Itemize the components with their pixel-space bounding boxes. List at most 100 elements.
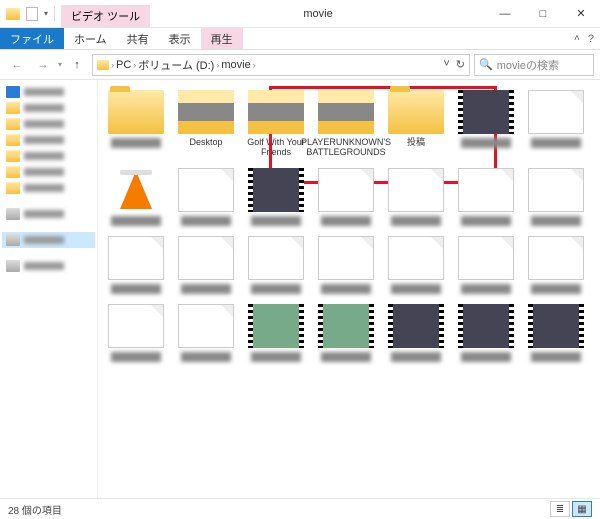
search-input[interactable]: 🔍 movieの検索 xyxy=(474,54,594,76)
vlc-icon xyxy=(108,168,164,212)
video-item[interactable] xyxy=(242,302,310,364)
file-item[interactable] xyxy=(382,166,450,228)
address-dropdown-icon[interactable]: ˅ xyxy=(443,58,449,71)
tab-share[interactable]: 共有 xyxy=(117,28,159,49)
document-icon xyxy=(528,168,584,212)
contextual-tab-header: ビデオ ツール xyxy=(61,5,150,27)
ribbon-expand-icon[interactable]: ˄ xyxy=(574,33,580,44)
view-details-button[interactable]: ≣ xyxy=(550,501,570,517)
document-icon xyxy=(108,304,164,348)
folder-item[interactable] xyxy=(102,88,170,160)
forward-button[interactable]: → xyxy=(32,54,54,76)
tree-item[interactable] xyxy=(2,258,95,274)
qat-properties-icon[interactable] xyxy=(26,7,38,21)
folder-item[interactable]: 投稿 xyxy=(382,88,450,160)
file-item[interactable] xyxy=(452,166,520,228)
tree-item[interactable] xyxy=(2,132,95,148)
file-item[interactable] xyxy=(102,302,170,364)
breadcrumb-pc[interactable]: PC xyxy=(116,59,131,71)
chevron-right-icon[interactable]: › xyxy=(133,60,136,70)
item-label: PLAYERUNKNOWN'S BATTLEGROUNDS xyxy=(301,138,391,158)
breadcrumb-volume[interactable]: ボリューム (D:) xyxy=(138,57,214,73)
tree-item[interactable] xyxy=(2,206,95,222)
file-item[interactable] xyxy=(172,302,240,364)
video-item[interactable] xyxy=(242,166,310,228)
item-label xyxy=(111,284,161,294)
breadcrumb-movie[interactable]: movie xyxy=(221,59,250,71)
tab-playback[interactable]: 再生 xyxy=(201,28,243,49)
file-item[interactable] xyxy=(172,166,240,228)
document-icon xyxy=(178,236,234,280)
back-button[interactable]: ← xyxy=(6,54,28,76)
chevron-right-icon[interactable]: › xyxy=(253,60,256,70)
refresh-icon[interactable]: ↻ xyxy=(456,58,465,71)
window-title: movie xyxy=(150,8,486,20)
folder-icon xyxy=(248,90,304,134)
address-folder-icon xyxy=(97,60,109,70)
drive-icon xyxy=(6,208,20,220)
search-placeholder: movieの検索 xyxy=(497,57,559,73)
status-bar: 28 個の項目 ≣ ▦ xyxy=(0,498,600,519)
video-thumb-icon xyxy=(458,304,514,348)
chevron-right-icon[interactable]: › xyxy=(111,60,114,70)
item-label xyxy=(391,352,441,362)
up-button[interactable]: ↑ xyxy=(66,54,88,76)
titlebar: ▾ ビデオ ツール movie — □ ✕ xyxy=(0,0,600,28)
folder-item[interactable]: Golf With Your Friends xyxy=(242,88,310,160)
address-bar[interactable]: › PC › ボリューム (D:) › movie › ˅ ↻ xyxy=(92,54,470,76)
close-button[interactable]: ✕ xyxy=(562,0,600,28)
file-item[interactable] xyxy=(312,166,380,228)
file-item[interactable] xyxy=(172,234,240,296)
maximize-button[interactable]: □ xyxy=(524,0,562,28)
item-label xyxy=(531,138,581,148)
tab-file[interactable]: ファイル xyxy=(0,28,64,49)
document-icon xyxy=(528,90,584,134)
document-icon xyxy=(388,168,444,212)
file-item[interactable] xyxy=(242,234,310,296)
chevron-right-icon[interactable]: › xyxy=(216,60,219,70)
video-item[interactable] xyxy=(522,302,590,364)
tree-item[interactable] xyxy=(2,164,95,180)
item-label xyxy=(461,138,511,148)
tree-item[interactable] xyxy=(2,116,95,132)
item-label xyxy=(461,216,511,226)
folder-icon xyxy=(318,90,374,134)
folder-item[interactable]: Desktop xyxy=(172,88,240,160)
tab-home[interactable]: ホーム xyxy=(64,28,117,49)
tree-item[interactable] xyxy=(2,100,95,116)
history-dropdown-icon[interactable]: ▾ xyxy=(58,60,62,69)
help-icon[interactable]: ? xyxy=(588,33,594,45)
document-icon xyxy=(528,236,584,280)
document-icon xyxy=(178,168,234,212)
tree-quick-access[interactable] xyxy=(2,84,95,100)
view-icons-button[interactable]: ▦ xyxy=(572,501,592,517)
video-item[interactable] xyxy=(452,302,520,364)
file-item[interactable] xyxy=(522,234,590,296)
minimize-button[interactable]: — xyxy=(486,0,524,28)
file-item[interactable] xyxy=(452,234,520,296)
qat-dropdown-icon[interactable]: ▾ xyxy=(44,9,48,18)
file-grid[interactable]: DesktopGolf With Your FriendsPLAYERUNKNO… xyxy=(98,80,600,498)
document-icon xyxy=(178,304,234,348)
tree-item[interactable] xyxy=(2,148,95,164)
folder-item[interactable]: PLAYERUNKNOWN'S BATTLEGROUNDS xyxy=(312,88,380,160)
navbar: ← → ▾ ↑ › PC › ボリューム (D:) › movie › ˅ ↻ … xyxy=(0,50,600,80)
file-item[interactable] xyxy=(102,234,170,296)
file-item[interactable] xyxy=(522,88,590,160)
ribbon: ファイル ホーム 共有 表示 再生 ˄ ? xyxy=(0,28,600,50)
tab-view[interactable]: 表示 xyxy=(159,28,201,49)
file-item[interactable] xyxy=(312,234,380,296)
search-icon: 🔍 xyxy=(479,58,493,71)
folder-icon xyxy=(6,166,20,178)
file-item[interactable] xyxy=(522,166,590,228)
video-item[interactable] xyxy=(312,302,380,364)
tree-item-selected[interactable] xyxy=(2,232,95,248)
item-label xyxy=(461,352,511,362)
app-item[interactable] xyxy=(102,166,170,228)
video-item[interactable] xyxy=(452,88,520,160)
nav-tree[interactable] xyxy=(0,80,98,498)
document-icon xyxy=(388,236,444,280)
video-item[interactable] xyxy=(382,302,450,364)
file-item[interactable] xyxy=(382,234,450,296)
tree-item[interactable] xyxy=(2,180,95,196)
